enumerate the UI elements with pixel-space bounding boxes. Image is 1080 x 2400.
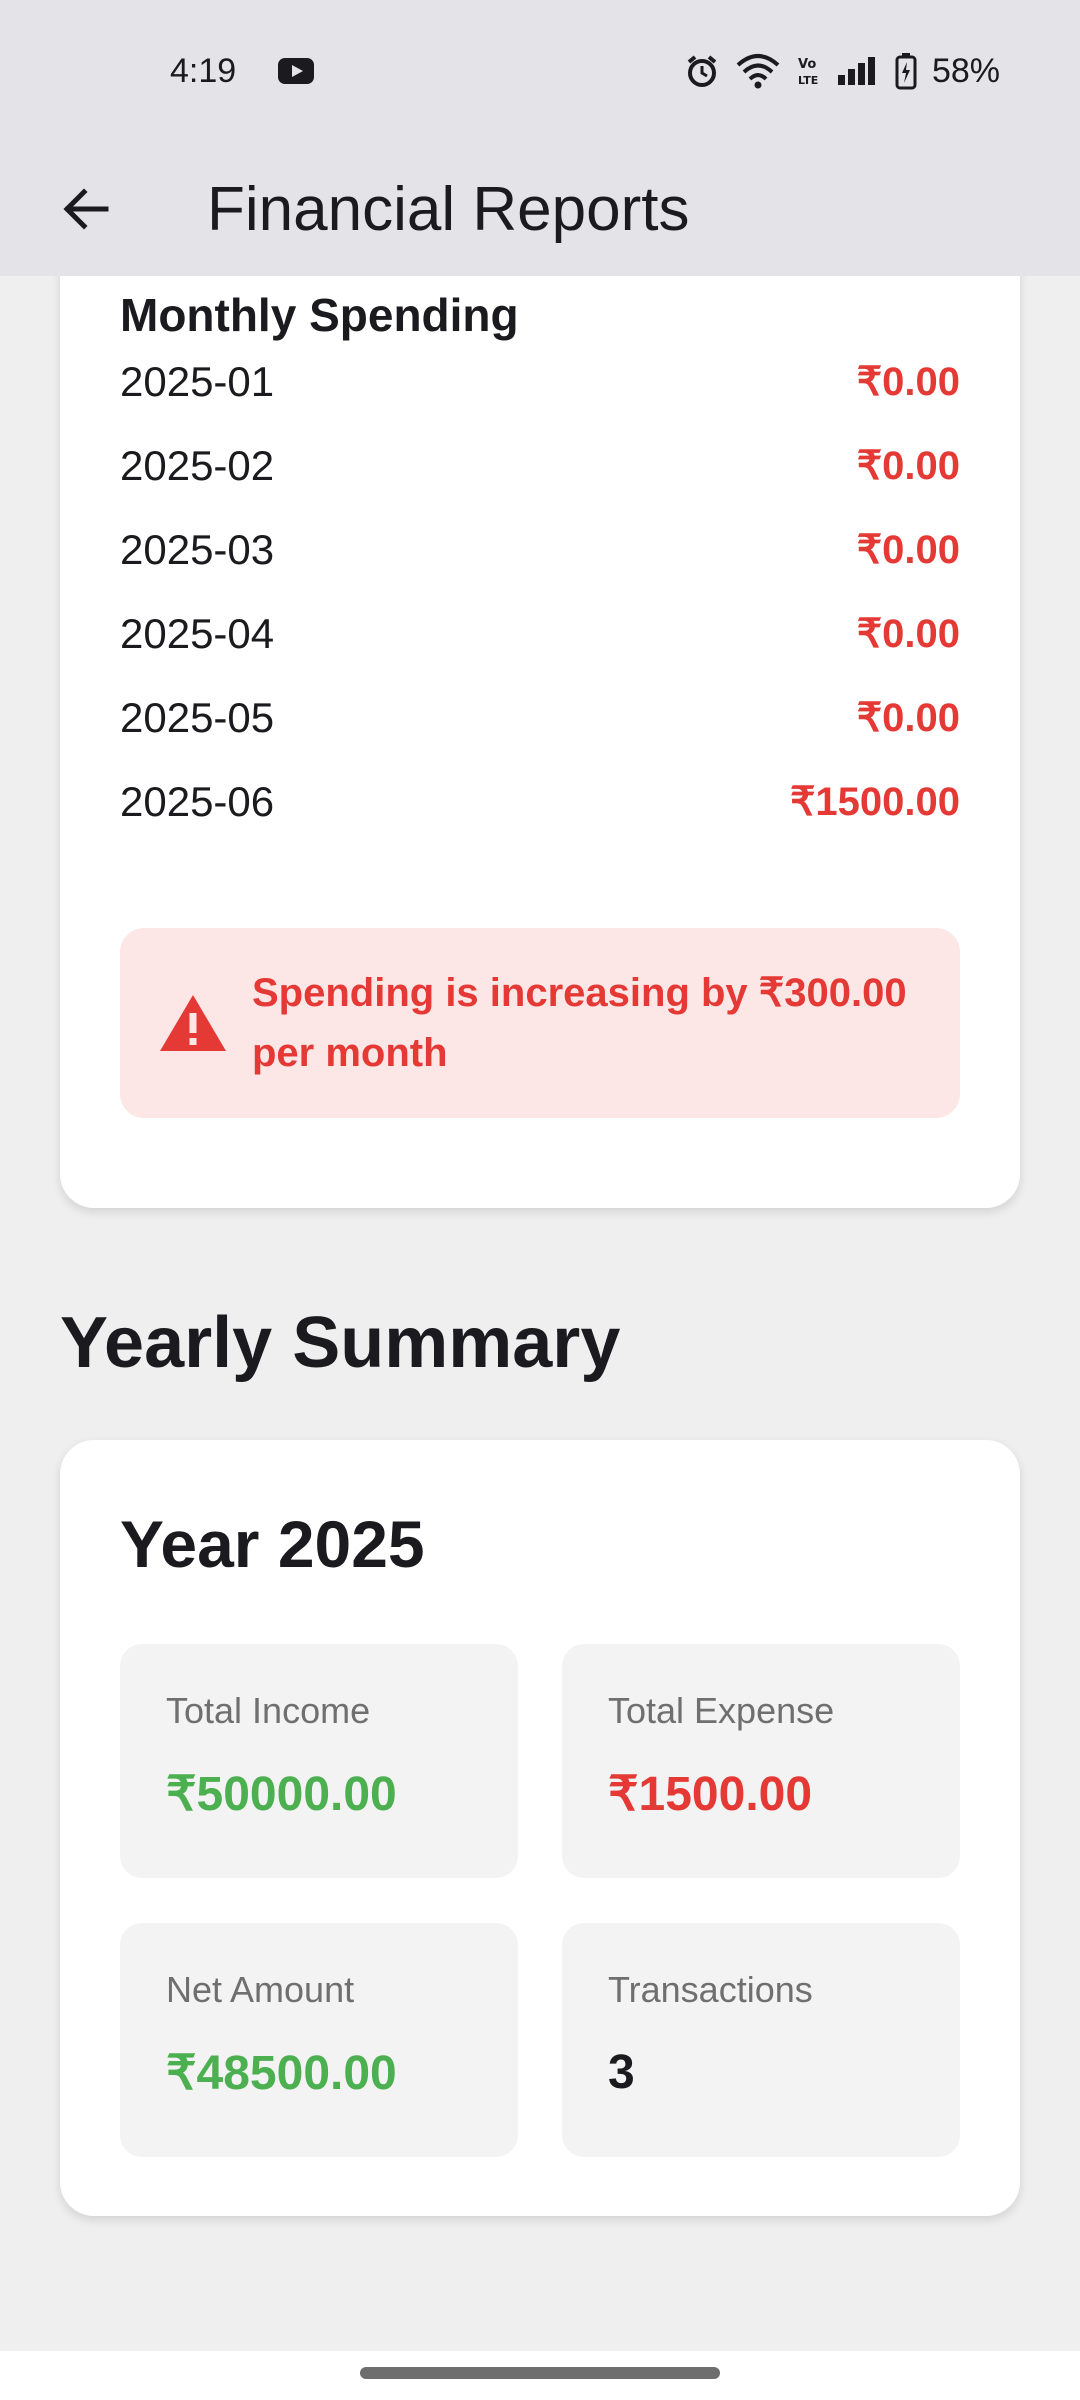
- svg-text:LTE: LTE: [798, 74, 818, 87]
- tile-label: Total Income: [166, 1690, 371, 1731]
- svg-text:Vo: Vo: [798, 57, 816, 72]
- monthly-spending-heading: Monthly Spending: [120, 289, 519, 341]
- spending-amount: ₹0.00: [856, 360, 960, 404]
- status-bar: 4:19 Vo LTE 58%: [0, 0, 1080, 142]
- spending-amount: ₹0.00: [856, 528, 960, 572]
- total-expense-tile: Total Expense ₹1500.00: [562, 1644, 960, 1878]
- tile-label: Total Expense: [608, 1690, 835, 1731]
- battery-icon: [895, 53, 917, 90]
- spending-row: 2025-06 ₹1500.00: [120, 772, 960, 832]
- spending-amount: ₹0.00: [856, 696, 960, 740]
- spending-row: 2025-05 ₹0.00: [120, 688, 960, 748]
- battery-percent: 58%: [931, 51, 1000, 90]
- volte-icon: Vo LTE: [798, 57, 818, 87]
- transactions-tile: Transactions 3: [562, 1923, 960, 2157]
- monthly-spending-card: Monthly Spending 2025-01 ₹0.00 2025-02 ₹…: [60, 276, 1020, 1208]
- yearly-summary-heading: Yearly Summary: [60, 1303, 621, 1383]
- wifi-icon: [736, 54, 780, 89]
- spending-row: 2025-01 ₹0.00: [120, 352, 960, 412]
- alarm-icon: [687, 55, 717, 87]
- spending-month: 2025-03: [120, 526, 275, 573]
- youtube-icon: [278, 58, 315, 84]
- spending-row: 2025-04 ₹0.00: [120, 604, 960, 664]
- tile-label: Transactions: [608, 1969, 813, 2010]
- spending-amount: ₹0.00: [856, 612, 960, 656]
- spending-trend-alert: Spending is increasing by ₹300.00 per mo…: [120, 928, 960, 1118]
- app-bar: Financial Reports: [0, 142, 1080, 276]
- page-title: Financial Reports: [207, 174, 690, 244]
- tile-value: ₹1500.00: [608, 1768, 813, 1821]
- yearly-summary-card: Year 2025 Total Income ₹50000.00 Total E…: [60, 1440, 1020, 2216]
- spending-month: 2025-04: [120, 610, 275, 657]
- total-income-tile: Total Income ₹50000.00: [120, 1644, 518, 1878]
- net-amount-tile: Net Amount ₹48500.00: [120, 1923, 518, 2157]
- status-time: 4:19: [170, 51, 237, 90]
- gesture-nav-bar: [0, 2351, 1080, 2400]
- spending-row: 2025-03 ₹0.00: [120, 520, 960, 580]
- spending-amount: ₹0.00: [856, 444, 960, 488]
- year-title: Year 2025: [120, 1507, 425, 1581]
- home-indicator[interactable]: [360, 2367, 720, 2379]
- spending-month: 2025-05: [120, 694, 275, 741]
- scroll-content[interactable]: Monthly Spending 2025-01 ₹0.00 2025-02 ₹…: [0, 276, 1080, 2351]
- signal-icon: [837, 57, 875, 85]
- spending-month: 2025-01: [120, 358, 275, 405]
- tile-value: 3: [608, 2046, 635, 2099]
- arrow-back-icon: [63, 188, 109, 230]
- warning-icon: [160, 995, 226, 1051]
- tile-value: ₹50000.00: [166, 1768, 397, 1821]
- back-button[interactable]: [30, 154, 140, 264]
- spending-month: 2025-02: [120, 442, 275, 489]
- spending-row: 2025-02 ₹0.00: [120, 436, 960, 496]
- spending-amount: ₹1500.00: [789, 780, 960, 824]
- spending-month: 2025-06: [120, 778, 275, 825]
- alert-message: Spending is increasing by ₹300.00 per mo…: [252, 971, 907, 1075]
- tile-label: Net Amount: [166, 1969, 355, 2010]
- tile-value: ₹48500.00: [166, 2047, 397, 2100]
